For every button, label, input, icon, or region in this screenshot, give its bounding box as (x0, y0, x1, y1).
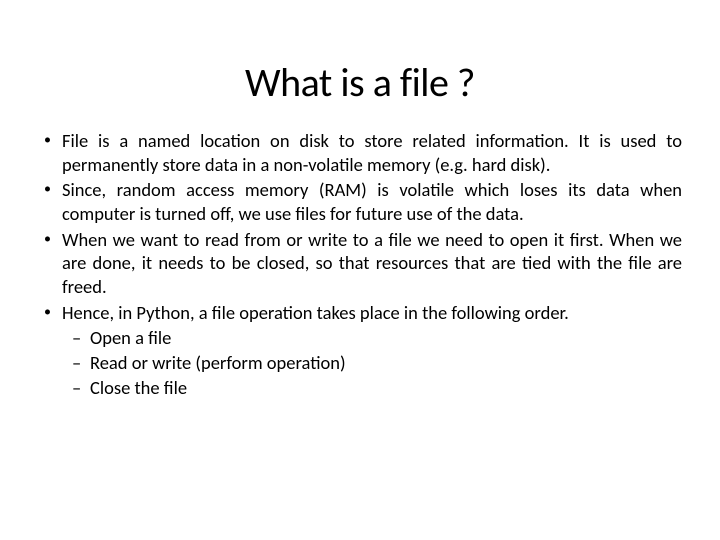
slide: What is a file ? File is a named locatio… (0, 0, 720, 540)
slide-title: What is a file ? (38, 58, 682, 107)
bullet-text: File is a named location on disk to stor… (62, 129, 682, 176)
bullet-item: Hence, in Python, a file operation takes… (38, 301, 682, 400)
bullet-text: Hence, in Python, a file operation takes… (62, 301, 569, 324)
sub-bullet-item: Open a file (62, 326, 682, 350)
bullet-text: When we want to read from or write to a … (62, 228, 682, 298)
bullet-list: File is a named location on disk to stor… (38, 129, 682, 399)
bullet-item: When we want to read from or write to a … (38, 228, 682, 299)
bullet-text: Since, random access memory (RAM) is vol… (62, 178, 682, 225)
sub-bullet-item: Close the file (62, 376, 682, 400)
sub-bullet-list: Open a file Read or write (perform opera… (62, 326, 682, 399)
bullet-item: File is a named location on disk to stor… (38, 129, 682, 176)
sub-bullet-item: Read or write (perform operation) (62, 351, 682, 375)
bullet-item: Since, random access memory (RAM) is vol… (38, 178, 682, 225)
